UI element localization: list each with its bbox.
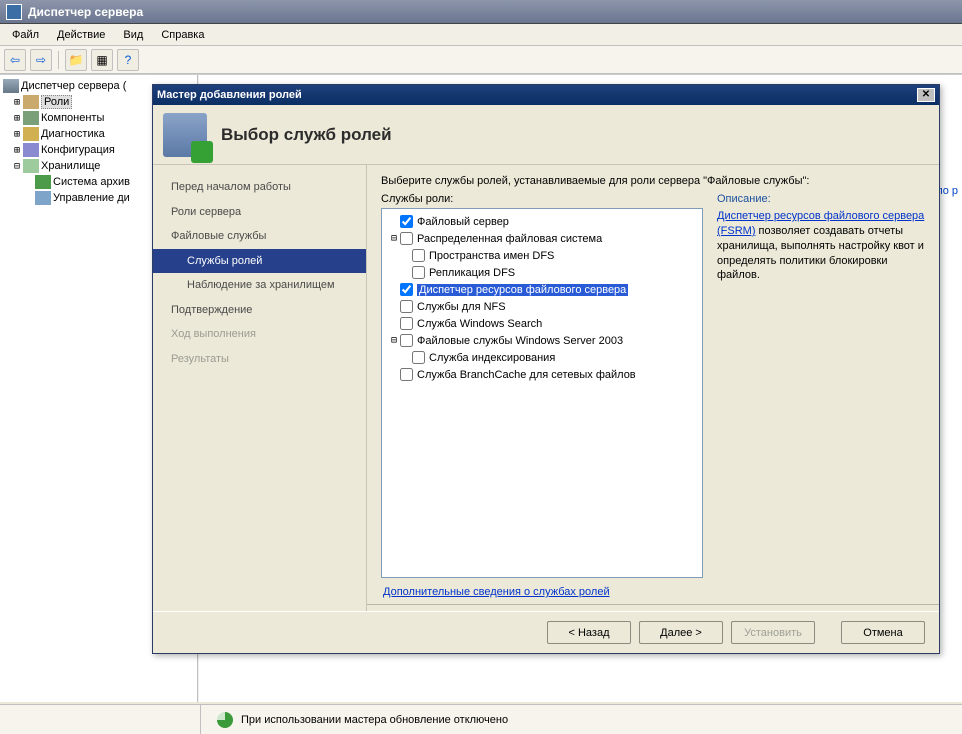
wizard-prompt: Выберите службы ролей, устанавливаемые д… [381,175,925,187]
main-titlebar: Диспетчер сервера [0,0,962,24]
nav-server-roles[interactable]: Роли сервера [153,200,366,225]
folder-up-button[interactable]: 📁 [65,49,87,71]
nav-results: Результаты [153,347,366,372]
nav-before-begin[interactable]: Перед началом работы [153,175,366,200]
menu-help[interactable]: Справка [153,27,212,43]
chk-dfs-namespaces[interactable] [412,249,425,262]
chk-dfs[interactable] [400,232,413,245]
nav-back-button[interactable]: ⇦ [4,49,26,71]
back-button[interactable]: < Назад [547,621,631,644]
svc-dfs[interactable]: ⊟Распределенная файловая система [388,230,696,247]
menu-view[interactable]: Вид [115,27,151,43]
status-text: При использовании мастера обновление отк… [241,714,508,726]
chk-fsrm[interactable] [400,283,413,296]
svc-dfs-replication[interactable]: Репликация DFS [388,264,696,281]
cancel-button[interactable]: Отмена [841,621,925,644]
help-button[interactable]: ? [117,49,139,71]
svc-fsrm[interactable]: Диспетчер ресурсов файлового сервера [388,281,696,298]
status-refresh-icon [217,712,233,728]
chk-branchcache[interactable] [400,368,413,381]
server-icon [6,4,22,20]
menubar: Файл Действие Вид Справка [0,24,962,46]
nav-confirmation[interactable]: Подтверждение [153,298,366,323]
nav-file-services[interactable]: Файловые службы [153,224,366,249]
chk-ws2003[interactable] [400,334,413,347]
add-roles-wizard: Мастер добавления ролей ✕ Выбор служб ро… [152,84,940,654]
window-title: Диспетчер сервера [28,5,143,19]
chk-windows-search[interactable] [400,317,413,330]
menu-action[interactable]: Действие [49,27,113,43]
wizard-buttons: < Назад Далее > Установить Отмена [153,611,939,653]
wizard-heading: Выбор служб ролей [221,125,392,145]
services-label: Службы роли: [381,193,703,205]
description-body: Диспетчер ресурсов файлового сервера (FS… [717,209,925,283]
wizard-titlebar[interactable]: Мастер добавления ролей ✕ [153,85,939,105]
install-button: Установить [731,621,815,644]
more-info-link[interactable]: Дополнительные сведения о службах ролей [381,578,703,600]
description-label: Описание: [717,193,925,205]
chk-indexing[interactable] [412,351,425,364]
next-button[interactable]: Далее > [639,621,723,644]
svc-dfs-namespaces[interactable]: Пространства имен DFS [388,247,696,264]
svc-branchcache[interactable]: Служба BranchCache для сетевых файлов [388,366,696,383]
svc-file-server[interactable]: Файловый сервер [388,213,696,230]
svc-ws2003[interactable]: ⊟Файловые службы Windows Server 2003 [388,332,696,349]
nav-progress: Ход выполнения [153,322,366,347]
chk-dfs-replication[interactable] [412,266,425,279]
toolbar-separator [58,51,59,69]
wizard-nav: Перед началом работы Роли сервера Файлов… [153,165,367,611]
statusbar: При использовании мастера обновление отк… [0,704,962,734]
wizard-divider [367,604,939,605]
wizard-header: Выбор служб ролей [153,105,939,165]
nav-forward-button[interactable]: ⇨ [30,49,52,71]
nav-role-services[interactable]: Службы ролей [153,249,366,274]
chk-nfs[interactable] [400,300,413,313]
services-listbox[interactable]: Файловый сервер ⊟Распределенная файловая… [381,208,703,578]
wizard-title: Мастер добавления ролей [157,89,302,101]
svc-indexing[interactable]: Служба индексирования [388,349,696,366]
chk-file-server[interactable] [400,215,413,228]
wizard-header-icon [163,113,207,157]
close-button[interactable]: ✕ [917,88,935,102]
toolbar: ⇦ ⇨ 📁 ▦ ? [0,46,962,74]
nav-storage-monitor[interactable]: Наблюдение за хранилищем [153,273,366,298]
svc-windows-search[interactable]: Служба Windows Search [388,315,696,332]
properties-button[interactable]: ▦ [91,49,113,71]
svc-nfs[interactable]: Службы для NFS [388,298,696,315]
menu-file[interactable]: Файл [4,27,47,43]
